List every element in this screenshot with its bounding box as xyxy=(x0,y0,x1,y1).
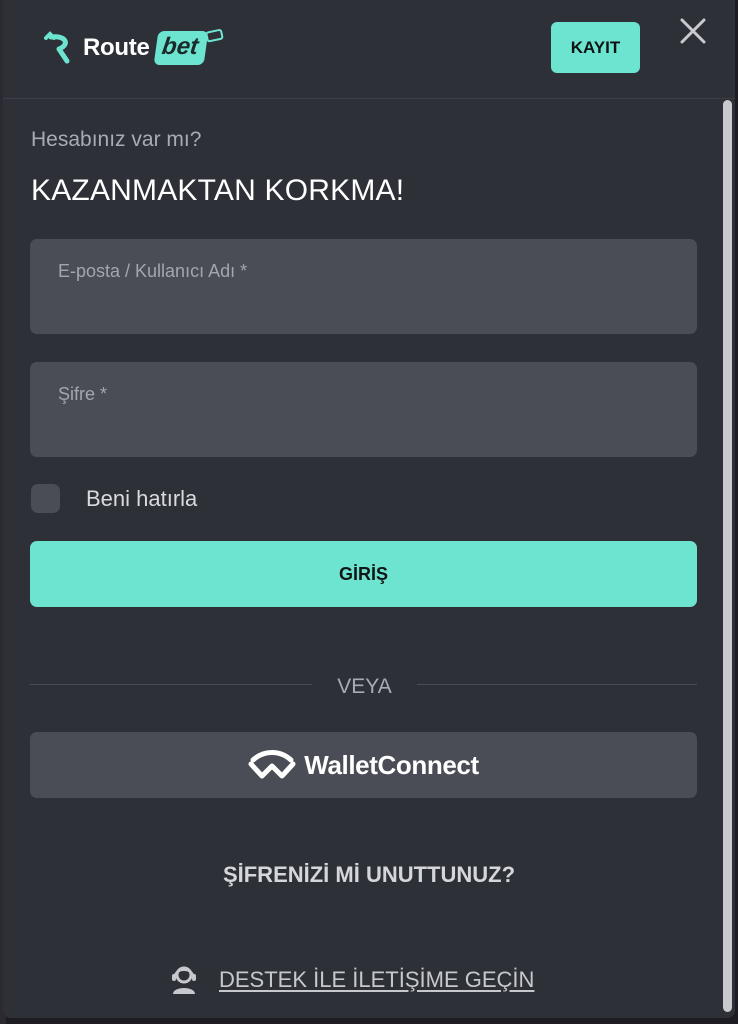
divider-right xyxy=(417,684,697,685)
email-field[interactable]: E-posta / Kullanıcı Adı * xyxy=(30,239,697,334)
remember-label: Beni hatırla xyxy=(86,485,198,511)
remember-checkbox[interactable] xyxy=(31,484,60,513)
logo-route-text: Route xyxy=(83,34,150,61)
divider-text: VEYA xyxy=(337,675,392,698)
walletconnect-label: WalletConnect xyxy=(304,749,479,780)
brand-logo[interactable]: Route bet xyxy=(41,24,224,72)
logo-bet-text: bet xyxy=(153,31,208,65)
tag-icon xyxy=(205,29,224,43)
walletconnect-icon xyxy=(248,750,296,779)
email-placeholder: E-posta / Kullanıcı Adı * xyxy=(58,261,248,281)
form-subtitle: Hesabınız var mı? xyxy=(31,128,202,151)
login-button[interactable]: GİRİŞ xyxy=(30,541,697,607)
form-headline: KAZANMAKTAN KORKMA! xyxy=(31,174,405,207)
support-link[interactable]: DESTEK İLE İLETİŞİME GEÇİN xyxy=(169,964,534,996)
divider-left xyxy=(30,684,312,685)
register-button[interactable]: KAYIT xyxy=(551,22,640,73)
support-label: DESTEK İLE İLETİŞİME GEÇİN xyxy=(219,967,535,992)
modal-header: Route bet KAYIT xyxy=(3,0,735,99)
forgot-password-link[interactable]: ŞİFRENİZİ Mİ UNUTTUNUZ? xyxy=(3,862,735,888)
walletconnect-button[interactable]: WalletConnect xyxy=(30,732,697,798)
password-placeholder: Şifre * xyxy=(58,384,108,404)
close-icon[interactable] xyxy=(678,16,708,46)
remember-me-row[interactable]: Beni hatırla xyxy=(31,484,197,513)
route-logo-icon xyxy=(44,31,70,64)
password-field[interactable]: Şifre * xyxy=(30,362,697,457)
support-agent-icon xyxy=(172,966,196,994)
login-modal: Route bet KAYIT Hesabınız var mı? KAZANM… xyxy=(3,0,735,1018)
